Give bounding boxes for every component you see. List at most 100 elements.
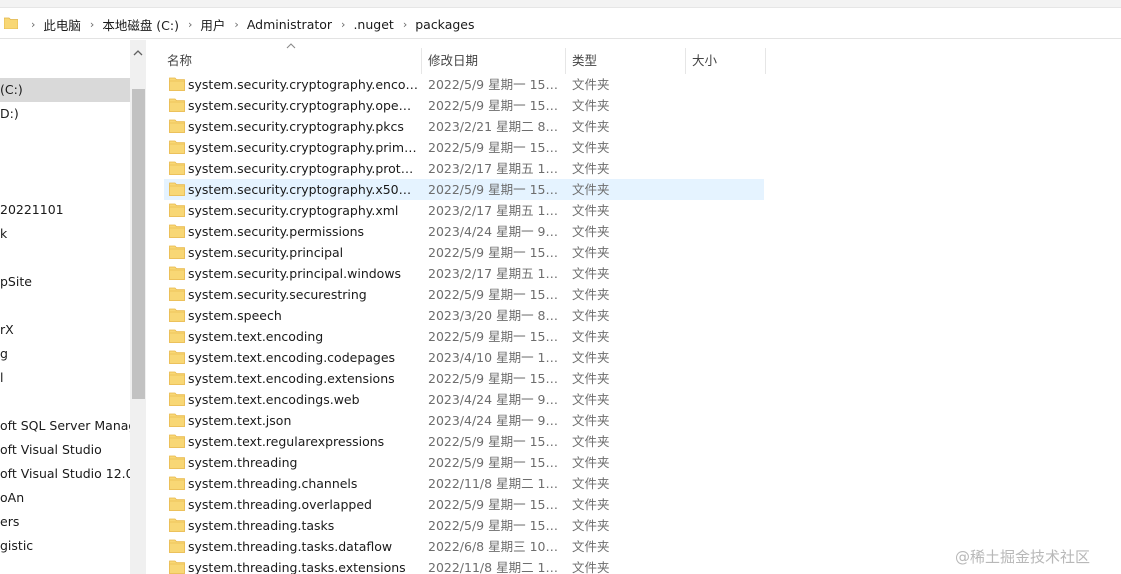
nav-item[interactable]: 20221101 (0, 198, 130, 222)
file-row[interactable]: system.security.cryptography.primitiv...… (164, 137, 764, 158)
file-name[interactable]: system.text.json (188, 410, 418, 431)
file-name[interactable]: system.speech (188, 305, 418, 326)
breadcrumb-separator-icon[interactable]: › (341, 18, 345, 31)
nav-item[interactable] (0, 390, 130, 414)
nav-item[interactable]: oft SQL Server Manage (0, 414, 130, 438)
file-row[interactable]: system.threading.channels 2022/11/8 星期二 1… (164, 473, 764, 494)
file-name[interactable]: system.security.cryptography.openssl (188, 95, 418, 116)
file-row[interactable]: system.text.encoding.extensions 2022/5/9 … (164, 368, 764, 389)
column-header-type[interactable]: 类型 (568, 48, 683, 74)
file-name[interactable]: system.security.cryptography.xml (188, 200, 418, 221)
file-list[interactable]: 名称 修改日期 类型 大小 system.security.cryptograp… (146, 40, 1121, 574)
column-divider[interactable] (765, 48, 766, 74)
file-row[interactable]: system.security.cryptography.protect... 2… (164, 158, 764, 179)
nav-item[interactable] (0, 294, 130, 318)
file-name[interactable]: system.security.principal (188, 242, 418, 263)
nav-item[interactable]: (C:) (0, 78, 130, 102)
nav-item[interactable] (0, 150, 130, 174)
file-name[interactable]: system.text.encoding.codepages (188, 347, 418, 368)
file-name[interactable]: system.security.cryptography.encoding (188, 74, 418, 95)
file-row[interactable]: system.security.cryptography.pkcs 2023/2/… (164, 116, 764, 137)
file-row[interactable]: system.security.securestring 2022/5/9 星期一… (164, 284, 764, 305)
file-row[interactable]: system.security.cryptography.x509cer... 2… (164, 179, 764, 200)
file-name[interactable]: system.threading.tasks.extensions (188, 557, 418, 574)
nav-item[interactable]: rX (0, 318, 130, 342)
file-row[interactable]: system.threading.tasks.extensions 2022/11… (164, 557, 764, 574)
column-divider[interactable] (685, 48, 686, 74)
breadcrumb-item[interactable]: .nuget (353, 17, 393, 32)
file-row[interactable]: system.security.principal 2022/5/9 星期一 15… (164, 242, 764, 263)
file-type: 文件夹 (572, 539, 610, 554)
file-row[interactable]: system.security.cryptography.openssl 2022… (164, 95, 764, 116)
breadcrumb-item[interactable]: 用户 (200, 15, 225, 34)
file-row[interactable]: system.speech 2023/3/20 星期一 8:46 文件夹 (164, 305, 764, 326)
file-row[interactable]: system.text.encodings.web 2023/4/24 星期一 9… (164, 389, 764, 410)
window-top-strip (0, 0, 1121, 8)
file-name[interactable]: system.text.regularexpressions (188, 431, 418, 452)
file-name[interactable]: system.text.encoding (188, 326, 418, 347)
file-row[interactable]: system.threading.overlapped 2022/5/9 星期一 … (164, 494, 764, 515)
file-row[interactable]: system.text.json 2023/4/24 星期一 9:56 文件夹 (164, 410, 764, 431)
column-divider[interactable] (565, 48, 566, 74)
nav-scrollbar-thumb[interactable] (132, 89, 145, 399)
nav-item[interactable]: gistic (0, 534, 130, 558)
file-name[interactable]: system.security.cryptography.pkcs (188, 116, 418, 137)
column-header-date[interactable]: 修改日期 (424, 48, 564, 74)
address-bar[interactable]: › 此电脑 › 本地磁盘 (C:) › 用户 › Administrator › .nuget › p… (0, 9, 1121, 39)
file-name[interactable]: system.security.securestring (188, 284, 418, 305)
nav-item[interactable] (0, 126, 130, 150)
file-name[interactable]: system.threading (188, 452, 418, 473)
file-date: 2022/5/9 星期一 15:28 (428, 497, 562, 512)
folder-icon (169, 266, 185, 280)
file-name[interactable]: system.text.encodings.web (188, 389, 418, 410)
file-row[interactable]: system.threading.tasks 2022/5/9 星期一 15:28… (164, 515, 764, 536)
scroll-up-arrow-icon[interactable] (133, 49, 143, 57)
nav-item[interactable]: l (0, 366, 130, 390)
column-header-size[interactable]: 大小 (688, 48, 763, 74)
nav-item[interactable] (0, 246, 130, 270)
file-row[interactable]: system.security.permissions 2023/4/24 星期一… (164, 221, 764, 242)
folder-icon (169, 287, 185, 301)
nav-item[interactable]: ers (0, 510, 130, 534)
breadcrumb-item[interactable]: 此电脑 (43, 15, 81, 34)
file-row[interactable]: system.security.principal.windows 2023/2/… (164, 263, 764, 284)
nav-item[interactable]: D:) (0, 102, 130, 126)
file-row[interactable]: system.text.encoding 2022/5/9 星期一 15:28 文件… (164, 326, 764, 347)
file-name[interactable]: system.text.encoding.extensions (188, 368, 418, 389)
navigation-pane[interactable]: (C:) D:) 20221101 k pSite rX g l oft SQL Server … (0, 40, 146, 574)
nav-item[interactable]: g (0, 342, 130, 366)
file-row[interactable]: system.text.regularexpressions 2022/5/9 星… (164, 431, 764, 452)
nav-item[interactable]: k (0, 222, 130, 246)
nav-item[interactable]: pSite (0, 270, 130, 294)
file-row[interactable]: system.security.cryptography.encoding 202… (164, 74, 764, 95)
breadcrumb-separator-icon[interactable]: › (188, 18, 192, 31)
file-name[interactable]: system.threading.tasks (188, 515, 418, 536)
breadcrumb-item[interactable]: Administrator (247, 17, 332, 32)
file-name[interactable]: system.security.cryptography.x509cer... (188, 179, 418, 200)
breadcrumb-item[interactable]: 本地磁盘 (C:) (102, 15, 179, 34)
file-name[interactable]: system.security.principal.windows (188, 263, 418, 284)
file-date: 2022/5/9 星期一 15:28 (428, 287, 562, 302)
breadcrumb-separator-icon[interactable]: › (31, 18, 35, 31)
file-name[interactable]: system.threading.overlapped (188, 494, 418, 515)
nav-item[interactable]: oft Visual Studio (0, 438, 130, 462)
file-name[interactable]: system.security.cryptography.protect... (188, 158, 418, 179)
breadcrumb-separator-icon[interactable]: › (403, 18, 407, 31)
breadcrumb-item[interactable]: packages (415, 17, 474, 32)
file-row[interactable]: system.text.encoding.codepages 2023/4/10 … (164, 347, 764, 368)
file-row[interactable]: system.security.cryptography.xml 2023/2/1… (164, 200, 764, 221)
column-header-name[interactable]: 名称 (163, 48, 419, 74)
breadcrumb-separator-icon[interactable]: › (90, 18, 94, 31)
nav-item[interactable]: oAn (0, 486, 130, 510)
file-name[interactable]: system.threading.tasks.dataflow (188, 536, 418, 557)
file-name[interactable]: system.threading.channels (188, 473, 418, 494)
file-name[interactable]: system.security.cryptography.primitiv... (188, 137, 418, 158)
nav-item[interactable]: oft Visual Studio 12.0 (0, 462, 130, 486)
folder-icon (169, 140, 185, 154)
file-date: 2022/5/9 星期一 15:28 (428, 77, 562, 92)
file-row[interactable]: system.threading.tasks.dataflow 2022/6/8 … (164, 536, 764, 557)
column-divider[interactable] (421, 48, 422, 74)
file-name[interactable]: system.security.permissions (188, 221, 418, 242)
file-row[interactable]: system.threading 2022/5/9 星期一 15:28 文件夹 (164, 452, 764, 473)
breadcrumb-separator-icon[interactable]: › (234, 18, 238, 31)
